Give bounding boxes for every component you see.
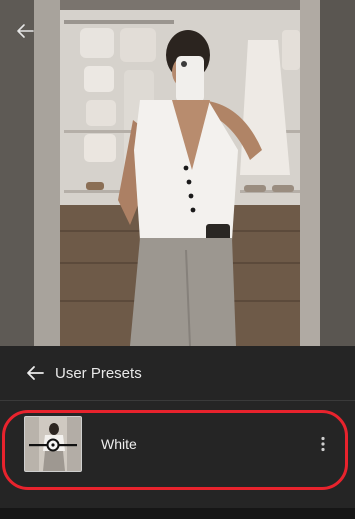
preset-thumbnail xyxy=(24,416,82,472)
more-vertical-icon xyxy=(321,436,325,452)
divider xyxy=(0,400,355,401)
preset-more-button[interactable] xyxy=(313,430,333,458)
back-button-top[interactable] xyxy=(14,20,36,42)
panel-title: User Presets xyxy=(55,364,142,382)
arrow-left-icon xyxy=(27,366,44,380)
presets-header: User Presets xyxy=(0,346,355,400)
preset-name: White xyxy=(101,436,137,452)
photo-canvas xyxy=(0,0,355,346)
photo-illustration xyxy=(0,0,355,346)
bottom-bar xyxy=(0,508,355,519)
preset-item-white[interactable]: White xyxy=(0,406,355,482)
slider-thumbnail-icon xyxy=(25,417,81,471)
presets-panel: User Presets White xyxy=(0,346,355,519)
back-button[interactable] xyxy=(24,362,46,384)
arrow-left-icon xyxy=(17,24,34,38)
